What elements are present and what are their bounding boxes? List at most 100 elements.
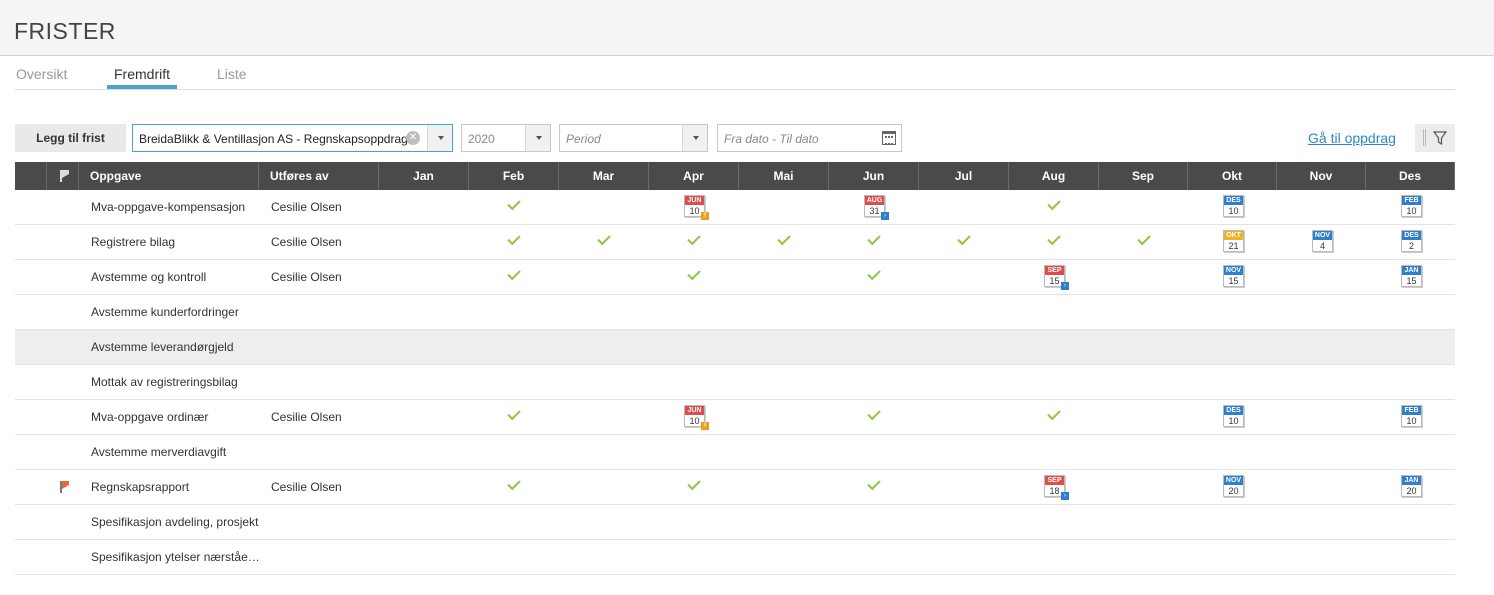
month-cell[interactable] <box>469 260 559 294</box>
table-row[interactable]: Mva-oppgave-kompensasjon Cesilie Olsen JUN… <box>15 190 1455 225</box>
table-row[interactable]: Regnskapsrapport Cesilie Olsen SEP 18 › NOV 20… <box>15 470 1455 505</box>
tab-oversikt[interactable]: Oversikt <box>16 66 67 82</box>
add-deadline-button[interactable]: Legg til frist <box>15 124 126 152</box>
month-cell[interactable]: JAN 15 <box>1366 260 1455 294</box>
deadline-calendar-icon[interactable]: SEP 15 › <box>1044 265 1069 290</box>
month-cell[interactable] <box>469 225 559 259</box>
month-cell[interactable] <box>829 400 919 434</box>
deadline-calendar-icon[interactable]: JAN 15 <box>1401 265 1422 287</box>
deadline-calendar-icon[interactable]: AUG 31 › <box>864 195 889 220</box>
month-cell[interactable]: SEP 15 › <box>1009 260 1099 294</box>
clear-icon[interactable]: ✕ <box>406 131 420 145</box>
task-name[interactable]: Mottak av registreringsbilag <box>91 365 261 399</box>
flag-cell[interactable] <box>47 295 79 329</box>
task-name[interactable]: Spesifikasjon avdeling, prosjekt <box>91 505 261 539</box>
table-row[interactable]: Registrere bilag Cesilie Olsen OKT 21 NOV 4 DE… <box>15 225 1455 260</box>
goto-assignment-link[interactable]: Gå til oppdrag <box>1308 130 1396 146</box>
flag-cell[interactable] <box>47 505 79 539</box>
month-cell[interactable]: JAN 20 <box>1366 470 1455 504</box>
task-name[interactable]: Regnskapsrapport <box>91 470 261 504</box>
flag-cell[interactable] <box>47 190 79 224</box>
header-person[interactable]: Utføres av <box>259 162 379 190</box>
month-cell[interactable]: FEB 10 <box>1366 400 1455 434</box>
flag-cell[interactable] <box>47 330 79 364</box>
flag-cell[interactable] <box>47 435 79 469</box>
filter-button[interactable] <box>1415 124 1455 152</box>
month-cell[interactable]: DES 2 <box>1366 225 1455 259</box>
month-cell[interactable] <box>469 190 559 224</box>
deadline-calendar-icon[interactable]: DES 2 <box>1401 230 1422 252</box>
table-row[interactable]: Mva-oppgave ordinær Cesilie Olsen JUN 10!! D… <box>15 400 1455 435</box>
deadline-calendar-icon[interactable]: NOV 4 <box>1312 230 1333 252</box>
month-cell[interactable] <box>1009 225 1099 259</box>
month-cell[interactable] <box>469 400 559 434</box>
table-row[interactable]: Avstemme kunderfordringer <box>15 295 1455 330</box>
month-cell[interactable]: DES 10 <box>1188 190 1277 224</box>
calendar-icon[interactable] <box>882 131 896 145</box>
header-flag-column[interactable] <box>47 162 79 190</box>
deadline-calendar-icon[interactable]: OKT 21 <box>1223 230 1244 252</box>
task-name[interactable]: Mva-oppgave ordinær <box>91 400 261 434</box>
month-cell[interactable] <box>829 470 919 504</box>
deadline-calendar-icon[interactable]: JUN 10!! <box>684 405 709 430</box>
deadline-calendar-icon[interactable]: JAN 20 <box>1401 475 1422 497</box>
deadline-calendar-icon[interactable]: DES 10 <box>1223 195 1244 217</box>
flag-cell[interactable] <box>47 470 79 504</box>
tab-fremdrift[interactable]: Fremdrift <box>114 66 170 82</box>
month-cell[interactable] <box>1009 400 1099 434</box>
table-row[interactable]: Mottak av registreringsbilag <box>15 365 1455 400</box>
month-cell[interactable]: AUG 31 › <box>829 190 919 224</box>
flag-cell[interactable] <box>47 260 79 294</box>
table-row[interactable]: Avstemme og kontroll Cesilie Olsen SEP 15 › N… <box>15 260 1455 295</box>
deadline-calendar-icon[interactable]: SEP 18 › <box>1044 475 1069 500</box>
month-cell[interactable] <box>829 260 919 294</box>
month-cell[interactable]: DES 10 <box>1188 400 1277 434</box>
deadline-calendar-icon[interactable]: NOV 15 <box>1223 265 1244 287</box>
chevron-down-icon[interactable] <box>525 125 550 151</box>
month-cell[interactable] <box>649 470 739 504</box>
flag-cell[interactable] <box>47 540 79 574</box>
month-cell[interactable]: JUN 10!! <box>649 190 739 224</box>
month-cell[interactable] <box>469 470 559 504</box>
flag-cell[interactable] <box>47 225 79 259</box>
chevron-down-icon[interactable] <box>682 125 707 151</box>
year-select[interactable]: 2020 <box>461 124 551 152</box>
header-task[interactable]: Oppgave <box>79 162 259 190</box>
month-cell[interactable] <box>1009 190 1099 224</box>
flag-cell[interactable] <box>47 365 79 399</box>
month-cell[interactable] <box>739 225 829 259</box>
deadline-calendar-icon[interactable]: FEB 10 <box>1401 405 1422 427</box>
task-name[interactable]: Avstemme kunderfordringer <box>91 295 261 329</box>
chevron-down-icon[interactable] <box>427 125 452 151</box>
deadline-calendar-icon[interactable]: FEB 10 <box>1401 195 1422 217</box>
deadline-calendar-icon[interactable]: DES 10 <box>1223 405 1244 427</box>
month-cell[interactable] <box>649 225 739 259</box>
task-name[interactable]: Spesifikasjon ytelser nærstående <box>91 540 261 574</box>
month-cell[interactable]: NOV 15 <box>1188 260 1277 294</box>
month-cell[interactable] <box>559 225 649 259</box>
company-select[interactable]: BreidaBlikk & Ventillasjon AS - Regnskap… <box>132 124 453 152</box>
month-cell[interactable] <box>649 260 739 294</box>
task-name[interactable]: Registrere bilag <box>91 225 261 259</box>
deadline-calendar-icon[interactable]: NOV 20 <box>1223 475 1244 497</box>
month-cell[interactable] <box>829 225 919 259</box>
month-cell[interactable] <box>919 225 1009 259</box>
table-row[interactable]: Avstemme leverandørgjeld <box>15 330 1455 365</box>
deadline-calendar-icon[interactable]: JUN 10!! <box>684 195 709 220</box>
table-row[interactable]: Spesifikasjon avdeling, prosjekt <box>15 505 1455 540</box>
month-cell[interactable] <box>1099 225 1188 259</box>
month-cell[interactable]: FEB 10 <box>1366 190 1455 224</box>
month-cell[interactable]: NOV 4 <box>1277 225 1366 259</box>
period-select[interactable]: Period <box>559 124 708 152</box>
month-cell[interactable]: NOV 20 <box>1188 470 1277 504</box>
flag-cell[interactable] <box>47 400 79 434</box>
table-row[interactable]: Avstemme merverdiavgift <box>15 435 1455 470</box>
task-name[interactable]: Avstemme leverandørgjeld <box>91 330 261 364</box>
month-cell[interactable]: SEP 18 › <box>1009 470 1099 504</box>
task-name[interactable]: Avstemme merverdiavgift <box>91 435 261 469</box>
task-name[interactable]: Mva-oppgave-kompensasjon <box>91 190 261 224</box>
tab-liste[interactable]: Liste <box>217 66 247 82</box>
month-cell[interactable]: OKT 21 <box>1188 225 1277 259</box>
table-row[interactable]: Spesifikasjon ytelser nærstående <box>15 540 1455 575</box>
month-cell[interactable]: JUN 10!! <box>649 400 739 434</box>
